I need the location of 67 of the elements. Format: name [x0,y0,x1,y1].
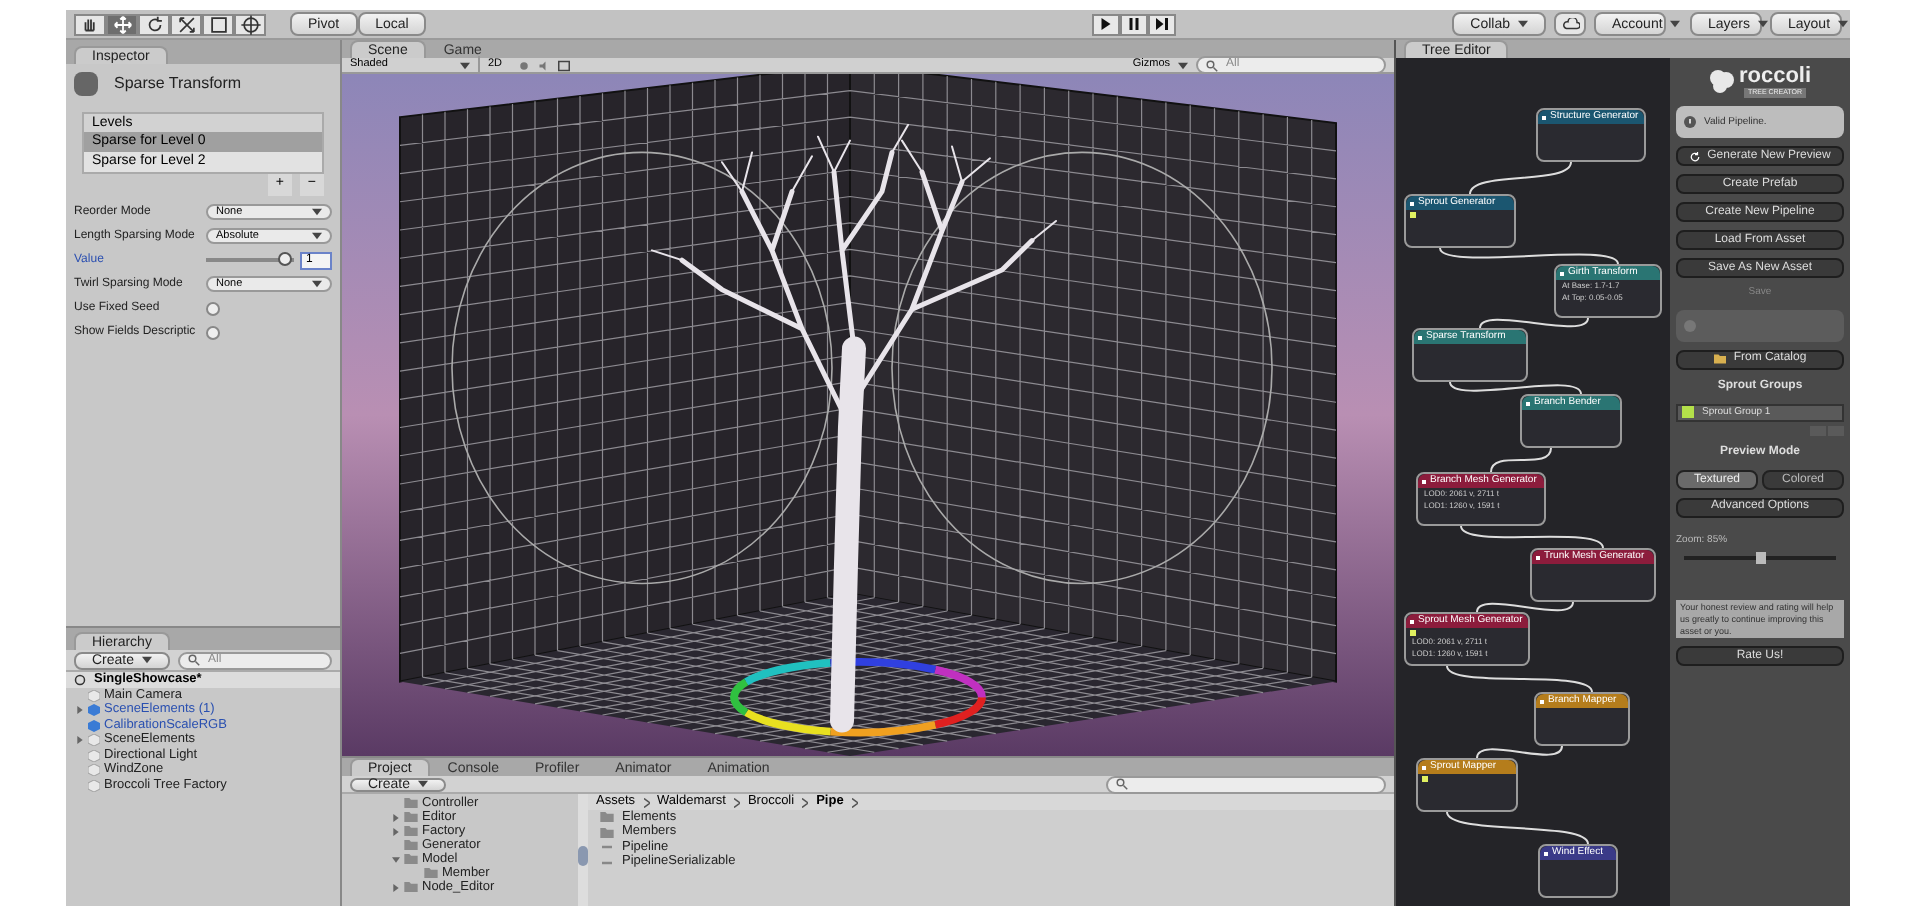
connector-line [1476,745,1563,759]
connector-line [1449,381,1582,395]
caret-icon [312,208,322,216]
connector-line [1446,811,1589,845]
zoom-slider-track[interactable] [1684,556,1836,561]
tool-button[interactable] [106,13,138,35]
expand-arrow-icon[interactable] [75,736,83,745]
connector-line [1479,317,1589,329]
folder-icon [1713,354,1726,365]
slider-thumb[interactable] [277,252,292,266]
connector-line [1476,601,1574,613]
info-icon [1684,116,1696,129]
unity-scene-icon [74,674,86,686]
caret-icon [1758,20,1769,28]
broccoli-logo-icon [1708,68,1737,97]
caret-icon [312,232,322,240]
caret-icon [1518,20,1528,28]
tool-button[interactable] [234,13,266,35]
tool-button[interactable] [202,13,234,35]
expand-arrow-icon[interactable] [391,883,399,891]
component-icon [74,72,98,96]
connector-line [1490,447,1552,473]
refresh-icon [1689,151,1700,162]
expand-arrow-icon[interactable] [391,827,399,835]
cloud-icon [1561,18,1579,30]
tool-button[interactable] [138,13,170,35]
checkbox[interactable] [206,325,220,339]
chevron-icon [643,797,650,807]
caret-icon [1838,20,1849,28]
step-button[interactable] [1148,13,1177,35]
rect-tool-icon [207,13,229,35]
rotate-tool-icon [143,13,165,35]
checkbox[interactable] [206,301,220,315]
chevron-icon [802,797,809,807]
game-object-icon [88,689,100,702]
tool-button[interactable] [170,13,202,35]
search-icon [1206,59,1218,71]
search-icon [188,654,201,666]
cloud-button[interactable] [1554,12,1586,36]
expand-arrow-icon[interactable] [391,855,399,863]
connector-line [1460,525,1604,549]
pause-button[interactable] [1120,13,1149,35]
caret-icon [312,280,322,288]
info-icon [1684,319,1696,332]
connector-line [1469,161,1572,195]
search-icon [1116,778,1128,790]
scrollbar-thumb[interactable] [578,846,588,866]
chevron-icon [851,797,858,807]
expand-arrow-icon[interactable] [75,706,83,715]
caret-icon [418,780,429,788]
play-button[interactable] [1092,13,1121,35]
image-icon[interactable] [558,59,571,71]
scale-tool-icon [175,13,197,35]
expand-arrow-icon[interactable] [391,813,399,821]
transform-tool-icon [239,13,261,35]
chevron-icon [733,797,740,807]
zoom-slider-thumb[interactable] [1756,552,1766,565]
play-icon [1100,18,1113,30]
caret-icon [142,656,153,664]
tool-button[interactable] [74,13,106,35]
step-icon [1156,18,1169,30]
component-title: Sparse Transform [114,72,242,96]
logo-text: roccoli [1738,66,1812,88]
move-tool-icon [111,13,133,35]
pause-icon [1128,18,1141,30]
scrollbar[interactable] [578,794,588,906]
caret-icon [1670,20,1681,28]
